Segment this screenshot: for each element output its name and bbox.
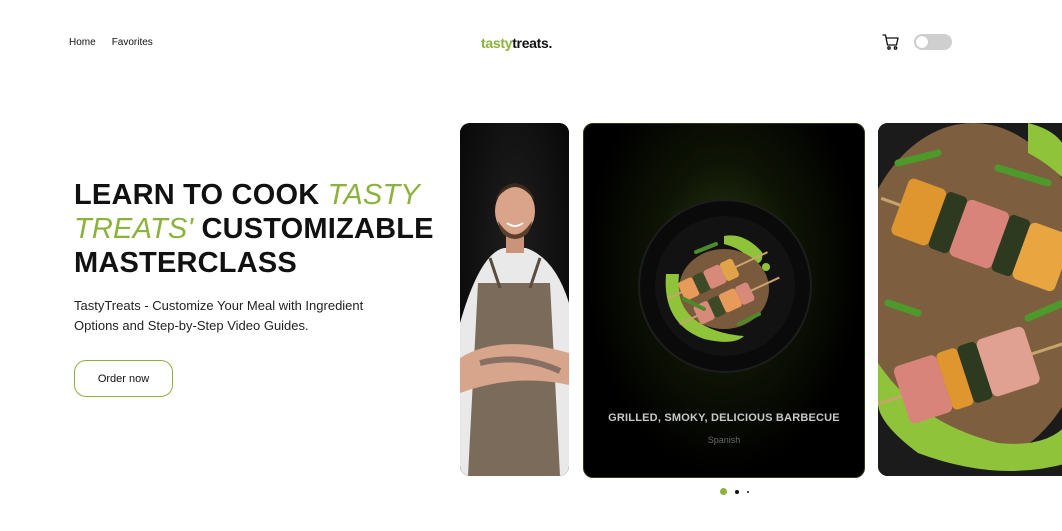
chef-image xyxy=(460,123,569,476)
hero-subtitle: TastyTreats - Customize Your Meal with I… xyxy=(74,298,364,333)
theme-toggle-knob xyxy=(916,36,928,48)
chef-card[interactable] xyxy=(460,123,569,476)
nav-home-link[interactable]: Home xyxy=(69,37,96,48)
main-nav: Home Favorites xyxy=(69,37,153,48)
cart-icon[interactable] xyxy=(882,33,900,51)
food-closeup-card[interactable] xyxy=(878,123,1062,476)
food-closeup-image xyxy=(878,123,1062,476)
dish-cuisine-tag: Spanish xyxy=(707,435,741,445)
carousel-dot-1[interactable] xyxy=(720,488,727,495)
site-logo[interactable]: tastytreats. xyxy=(481,35,552,51)
dish-image xyxy=(638,199,812,373)
featured-dish-card[interactable]: GRILLED, SMOKY, DELICIOUS BARBECUE Spani… xyxy=(583,123,865,478)
theme-toggle[interactable] xyxy=(914,34,952,50)
logo-part-treats: treats. xyxy=(512,35,553,51)
carousel-dot-3[interactable] xyxy=(747,490,749,493)
carousel-dot-2[interactable] xyxy=(735,489,739,494)
carousel-pagination xyxy=(720,488,749,495)
order-now-button[interactable]: Order now xyxy=(74,360,173,397)
hero-title: LEARN TO COOK TASTY TREATS' CUSTOMIZABLE… xyxy=(74,178,444,280)
logo-part-tasty: tasty xyxy=(481,35,513,51)
dish-title: GRILLED, SMOKY, DELICIOUS BARBECUE xyxy=(608,412,840,424)
nav-favorites-link[interactable]: Favorites xyxy=(112,37,153,48)
hero-title-part1: LEARN TO COOK xyxy=(74,179,328,211)
